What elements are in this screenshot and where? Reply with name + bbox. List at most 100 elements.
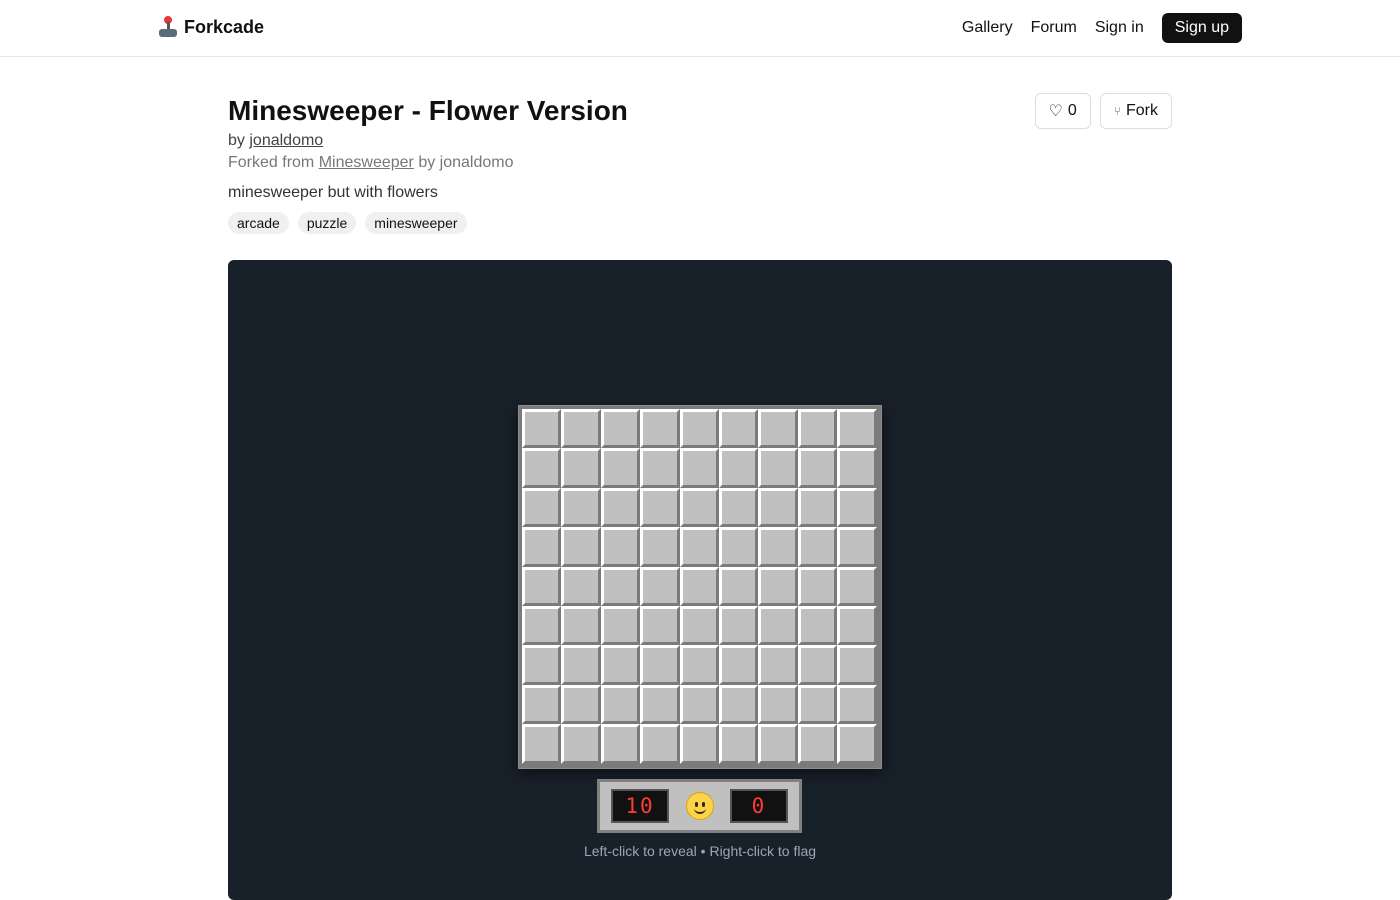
board-cell[interactable]	[522, 448, 562, 488]
board-cell[interactable]	[718, 724, 759, 764]
board-cell[interactable]	[837, 724, 877, 764]
board-cell[interactable]	[522, 566, 562, 606]
board-cell[interactable]	[561, 605, 601, 646]
board-cell[interactable]	[600, 527, 641, 567]
board-cell[interactable]	[679, 448, 719, 488]
tag-puzzle[interactable]: puzzle	[297, 212, 357, 234]
top-nav: Forkcade Gallery Forum Sign in Sign up	[0, 0, 1400, 57]
board-cell[interactable]	[837, 409, 877, 449]
board-cell[interactable]	[758, 566, 798, 606]
board-cell[interactable]	[679, 527, 719, 567]
board-cell[interactable]	[797, 409, 838, 449]
fork-button[interactable]: ⑂ Fork	[1099, 93, 1172, 129]
board-cell[interactable]	[522, 605, 562, 646]
board-cell[interactable]	[797, 605, 838, 646]
like-button[interactable]: ♡ 0	[1034, 93, 1091, 129]
brand-name: Forkcade	[184, 16, 265, 37]
board-cell[interactable]	[758, 409, 798, 449]
board-cell[interactable]	[718, 487, 759, 528]
board-cell[interactable]	[640, 645, 680, 685]
nav-signin[interactable]: Sign in	[1095, 19, 1144, 37]
board-cell[interactable]	[718, 527, 759, 567]
board-cell[interactable]	[679, 645, 719, 685]
board-cell[interactable]	[561, 527, 601, 567]
board-cell[interactable]	[718, 684, 759, 725]
signup-button[interactable]: Sign up	[1161, 13, 1242, 43]
board-cell[interactable]	[522, 527, 562, 567]
board-cell[interactable]	[758, 605, 798, 646]
game-panel: 10 0 Left-click to reveal • Right-click …	[228, 260, 1172, 900]
board-cell[interactable]	[640, 409, 680, 449]
board-cell[interactable]	[837, 684, 877, 725]
board-cell[interactable]	[561, 684, 601, 725]
forked-from-link[interactable]: Minesweeper	[319, 154, 414, 171]
board-cell[interactable]	[718, 566, 759, 606]
board-cell[interactable]	[640, 566, 680, 606]
brand-link[interactable]: Forkcade	[158, 16, 264, 38]
board-cell[interactable]	[522, 724, 562, 764]
author-link[interactable]: jonaldomo	[249, 132, 323, 149]
board-cell[interactable]	[679, 566, 719, 606]
board-cell[interactable]	[797, 487, 838, 528]
smiley-icon[interactable]	[685, 792, 714, 820]
board-cell[interactable]	[758, 724, 798, 764]
board-cell[interactable]	[600, 487, 641, 528]
board-cell[interactable]	[837, 487, 877, 528]
board-cell[interactable]	[522, 645, 562, 685]
board-cell[interactable]	[797, 684, 838, 725]
board-cell[interactable]	[679, 409, 719, 449]
board-cell[interactable]	[758, 487, 798, 528]
board-cell[interactable]	[797, 645, 838, 685]
board-cell[interactable]	[640, 487, 680, 528]
board-cell[interactable]	[837, 645, 877, 685]
tag-arcade[interactable]: arcade	[228, 212, 289, 234]
like-count: 0	[1067, 102, 1077, 119]
board-cell[interactable]	[797, 527, 838, 567]
board-cell[interactable]	[797, 448, 838, 488]
board-cell[interactable]	[837, 605, 877, 646]
board-cell[interactable]	[718, 448, 759, 488]
nav-gallery[interactable]: Gallery	[962, 19, 1013, 37]
board-cell[interactable]	[758, 527, 798, 567]
board-cell[interactable]	[561, 645, 601, 685]
board-cell[interactable]	[522, 487, 562, 528]
board-cell[interactable]	[522, 684, 562, 725]
board-cell[interactable]	[640, 724, 680, 764]
board-cell[interactable]	[718, 409, 759, 449]
board-cell[interactable]	[679, 605, 719, 646]
board-cell[interactable]	[561, 724, 601, 764]
board-cell[interactable]	[640, 448, 680, 488]
joystick-icon	[158, 16, 178, 38]
board-cell[interactable]	[797, 724, 838, 764]
nav-forum[interactable]: Forum	[1031, 19, 1077, 37]
tag-minesweeper[interactable]: minesweeper	[365, 212, 467, 234]
board-cell[interactable]	[758, 448, 798, 488]
board-cell[interactable]	[679, 724, 719, 764]
board-cell[interactable]	[640, 605, 680, 646]
board-cell[interactable]	[640, 684, 680, 725]
board-cell[interactable]	[718, 605, 759, 646]
board-cell[interactable]	[561, 566, 601, 606]
board-cell[interactable]	[797, 566, 838, 606]
board-cell[interactable]	[600, 605, 641, 646]
board-cell[interactable]	[600, 684, 641, 725]
board-cell[interactable]	[679, 684, 719, 725]
board-cell[interactable]	[640, 527, 680, 567]
board-cell[interactable]	[837, 448, 877, 488]
board-cell[interactable]	[758, 645, 798, 685]
board-cell[interactable]	[679, 487, 719, 528]
board-cell[interactable]	[600, 724, 641, 764]
board-cell[interactable]	[600, 645, 641, 685]
board-cell[interactable]	[561, 448, 601, 488]
board-cell[interactable]	[837, 566, 877, 606]
board-cell[interactable]	[561, 409, 601, 449]
board-cell[interactable]	[600, 409, 641, 449]
board-cell[interactable]	[600, 448, 641, 488]
game-description: minesweeper but with flowers	[228, 184, 438, 201]
board-cell[interactable]	[561, 487, 601, 528]
board-cell[interactable]	[522, 409, 562, 449]
board-cell[interactable]	[600, 566, 641, 606]
board-cell[interactable]	[718, 645, 759, 685]
board-cell[interactable]	[758, 684, 798, 725]
board-cell[interactable]	[837, 527, 877, 567]
